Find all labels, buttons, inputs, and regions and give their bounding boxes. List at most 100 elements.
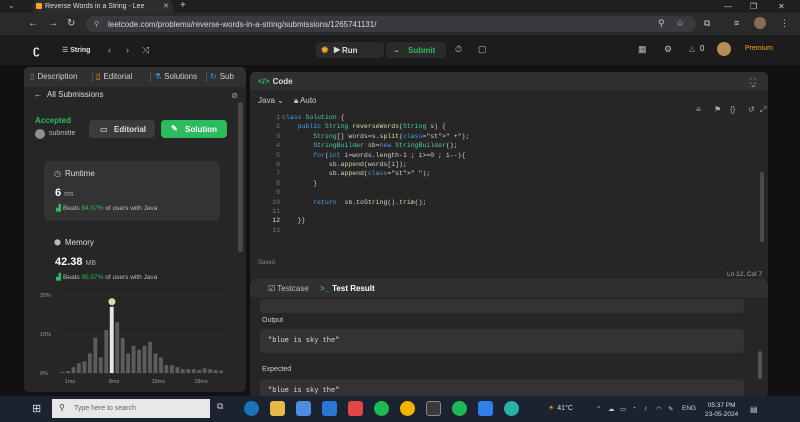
chart-bar[interactable] (197, 369, 202, 373)
spotify-2-icon[interactable] (452, 401, 467, 416)
reload-icon[interactable]: ↻ (67, 18, 75, 29)
runtime-card[interactable]: ◷ Runtime 6 ms ▟ Beats 84.07% of users with… (44, 161, 220, 221)
code-line[interactable]: } (282, 180, 752, 189)
bookmark-icon[interactable]: ⚑ (714, 105, 721, 114)
tab-close-icon[interactable]: ✕ (163, 2, 169, 10)
tab-search-icon[interactable]: ⌄ (8, 1, 15, 10)
chart-bar[interactable] (93, 337, 98, 373)
code-line[interactable]: String[] words=s.split(class="st">" +"); (282, 133, 752, 142)
chart-bar[interactable] (186, 369, 191, 373)
layout-icon[interactable]: ▦ (638, 44, 647, 55)
new-tab-button[interactable]: + (180, 0, 186, 11)
code-line[interactable] (282, 189, 752, 198)
chart-bar[interactable] (142, 345, 147, 373)
spotify-icon[interactable] (374, 401, 389, 416)
language-indicator[interactable]: ENG (682, 405, 696, 412)
store-icon[interactable] (296, 401, 311, 416)
chart-bar[interactable] (153, 353, 158, 374)
solution-button[interactable]: ✎ Solution (161, 120, 227, 138)
notifications-icon[interactable]: ▤ (750, 405, 758, 414)
wifi-icon[interactable]: ◠ (656, 405, 662, 413)
chart-bar[interactable] (66, 371, 70, 373)
code-editor[interactable]: class Solution { public String reverseWo… (282, 114, 752, 236)
browser-menu-icon[interactable]: ⋮ (780, 18, 789, 29)
share-link-icon[interactable]: ⊘ (231, 91, 238, 100)
chart-bar[interactable] (82, 361, 87, 373)
vscode-icon[interactable] (478, 401, 493, 416)
chart-bar[interactable] (219, 370, 223, 373)
code-line[interactable] (282, 227, 752, 236)
mail-icon[interactable] (322, 401, 337, 416)
browser-tab[interactable]: Reverse Words in a String - Lee ✕ (33, 0, 173, 13)
chart-bar[interactable] (175, 367, 180, 373)
clock[interactable]: 05:37 PM 23-05-2024 (705, 401, 738, 419)
code-line[interactable]: StringBuilder sb=new StringBuilder(); (282, 142, 752, 151)
file-explorer-icon[interactable] (270, 401, 285, 416)
chart-bar[interactable] (120, 337, 125, 373)
cloud-icon[interactable]: ☁ (608, 405, 615, 413)
leetcode-logo-icon[interactable]: ʗ (33, 43, 45, 57)
chart-bar[interactable] (169, 365, 174, 373)
tab-testcase[interactable]: ☑ Testcase (268, 284, 309, 293)
chart-bar[interactable] (180, 369, 185, 373)
chart-bar[interactable] (202, 368, 207, 373)
code-line[interactable]: sb.append(words[i]); (282, 161, 752, 170)
auto-mode-toggle[interactable]: 🔒︎ Auto (294, 96, 317, 106)
chart-bar[interactable] (87, 353, 92, 374)
taskbar-search[interactable]: ⚲ Type here to search (52, 399, 210, 418)
chart-bar[interactable] (131, 345, 136, 373)
chart-bar[interactable] (208, 369, 213, 373)
braces-icon[interactable]: {} (730, 105, 735, 114)
zoom-icon[interactable]: ⚲ (658, 18, 665, 29)
url-field[interactable]: ⚲ leetcode.com/problems/reverse-words-in… (86, 16, 696, 32)
weather-widget[interactable]: ☀ 41°C (548, 404, 573, 412)
runtime-distribution-chart[interactable]: 20% 10% 0% 1ms 8ms 15ms 18ms (38, 289, 228, 385)
chart-bar[interactable] (137, 349, 141, 373)
forward-icon[interactable]: → (48, 18, 58, 29)
streak-fire-icon[interactable]: ♨ (688, 44, 696, 55)
tab-solutions[interactable]: ⚗ Solutions (154, 72, 197, 81)
app-red-icon[interactable] (348, 401, 363, 416)
tray-chevron-icon[interactable]: ⌃ (596, 405, 601, 413)
site-info-icon[interactable]: ⚲ (94, 20, 99, 28)
run-button[interactable]: ✹ ▶ Run (316, 42, 384, 58)
user-avatar[interactable] (717, 42, 731, 56)
code-line[interactable]: sb.append(class="st">" "); (282, 170, 752, 179)
pen-icon[interactable]: ✎ (668, 405, 673, 413)
tab-description[interactable]: ▯ Description (30, 72, 77, 81)
chart-bar[interactable] (77, 363, 81, 373)
chart-bar[interactable] (109, 306, 114, 373)
battery-icon[interactable]: ▭ (620, 405, 626, 413)
bookmark-star-icon[interactable]: ☆ (676, 18, 684, 29)
timer-icon[interactable]: ⏱ (455, 44, 462, 55)
collapse-panel-icon[interactable]: ⌃ (750, 84, 757, 93)
code-line[interactable]: return sb.toString().trim(); (282, 199, 752, 208)
code-line[interactable]: class Solution { (282, 114, 752, 123)
chart-bar[interactable] (98, 357, 103, 373)
prev-problem-icon[interactable]: ‹ (108, 45, 111, 55)
edge-icon[interactable] (244, 401, 259, 416)
editor-scrollbar[interactable] (760, 172, 764, 242)
random-problem-icon[interactable]: ⤨ (142, 45, 149, 56)
user-position-marker[interactable] (108, 298, 116, 306)
code-line[interactable] (282, 208, 752, 217)
memory-card[interactable]: ⬢ Memory 42.38 MB ▟ Beats 95.07% of users w… (44, 230, 220, 290)
fullscreen-icon[interactable]: ⤢ (760, 105, 766, 115)
chart-bar[interactable] (159, 357, 163, 373)
problem-list-button[interactable]: ☰ String (62, 46, 90, 54)
task-view-icon[interactable]: ⧉ (217, 401, 232, 416)
format-icon[interactable]: ≡ (696, 105, 701, 114)
chrome-icon[interactable] (400, 401, 415, 416)
windows-start-icon[interactable]: ⊞ (32, 402, 41, 415)
back-icon[interactable]: ← (28, 18, 38, 29)
code-line[interactable]: public String reverseWords(String s) { (282, 123, 752, 132)
tab-test-result[interactable]: >_ Test Result (320, 284, 375, 293)
tab-submissions[interactable]: ↻ Sub (210, 72, 234, 81)
minimize-icon[interactable]: — (724, 2, 732, 11)
network-icon[interactable]: ◔ (632, 405, 636, 412)
chart-bar[interactable] (213, 369, 218, 373)
chart-bar[interactable] (104, 330, 109, 373)
code-line[interactable]: for(int i=words.length-1 ; i>=0 ; i--){ (282, 152, 752, 161)
volume-icon[interactable]: ♪ (644, 405, 647, 412)
app-teal-icon[interactable] (504, 401, 519, 416)
